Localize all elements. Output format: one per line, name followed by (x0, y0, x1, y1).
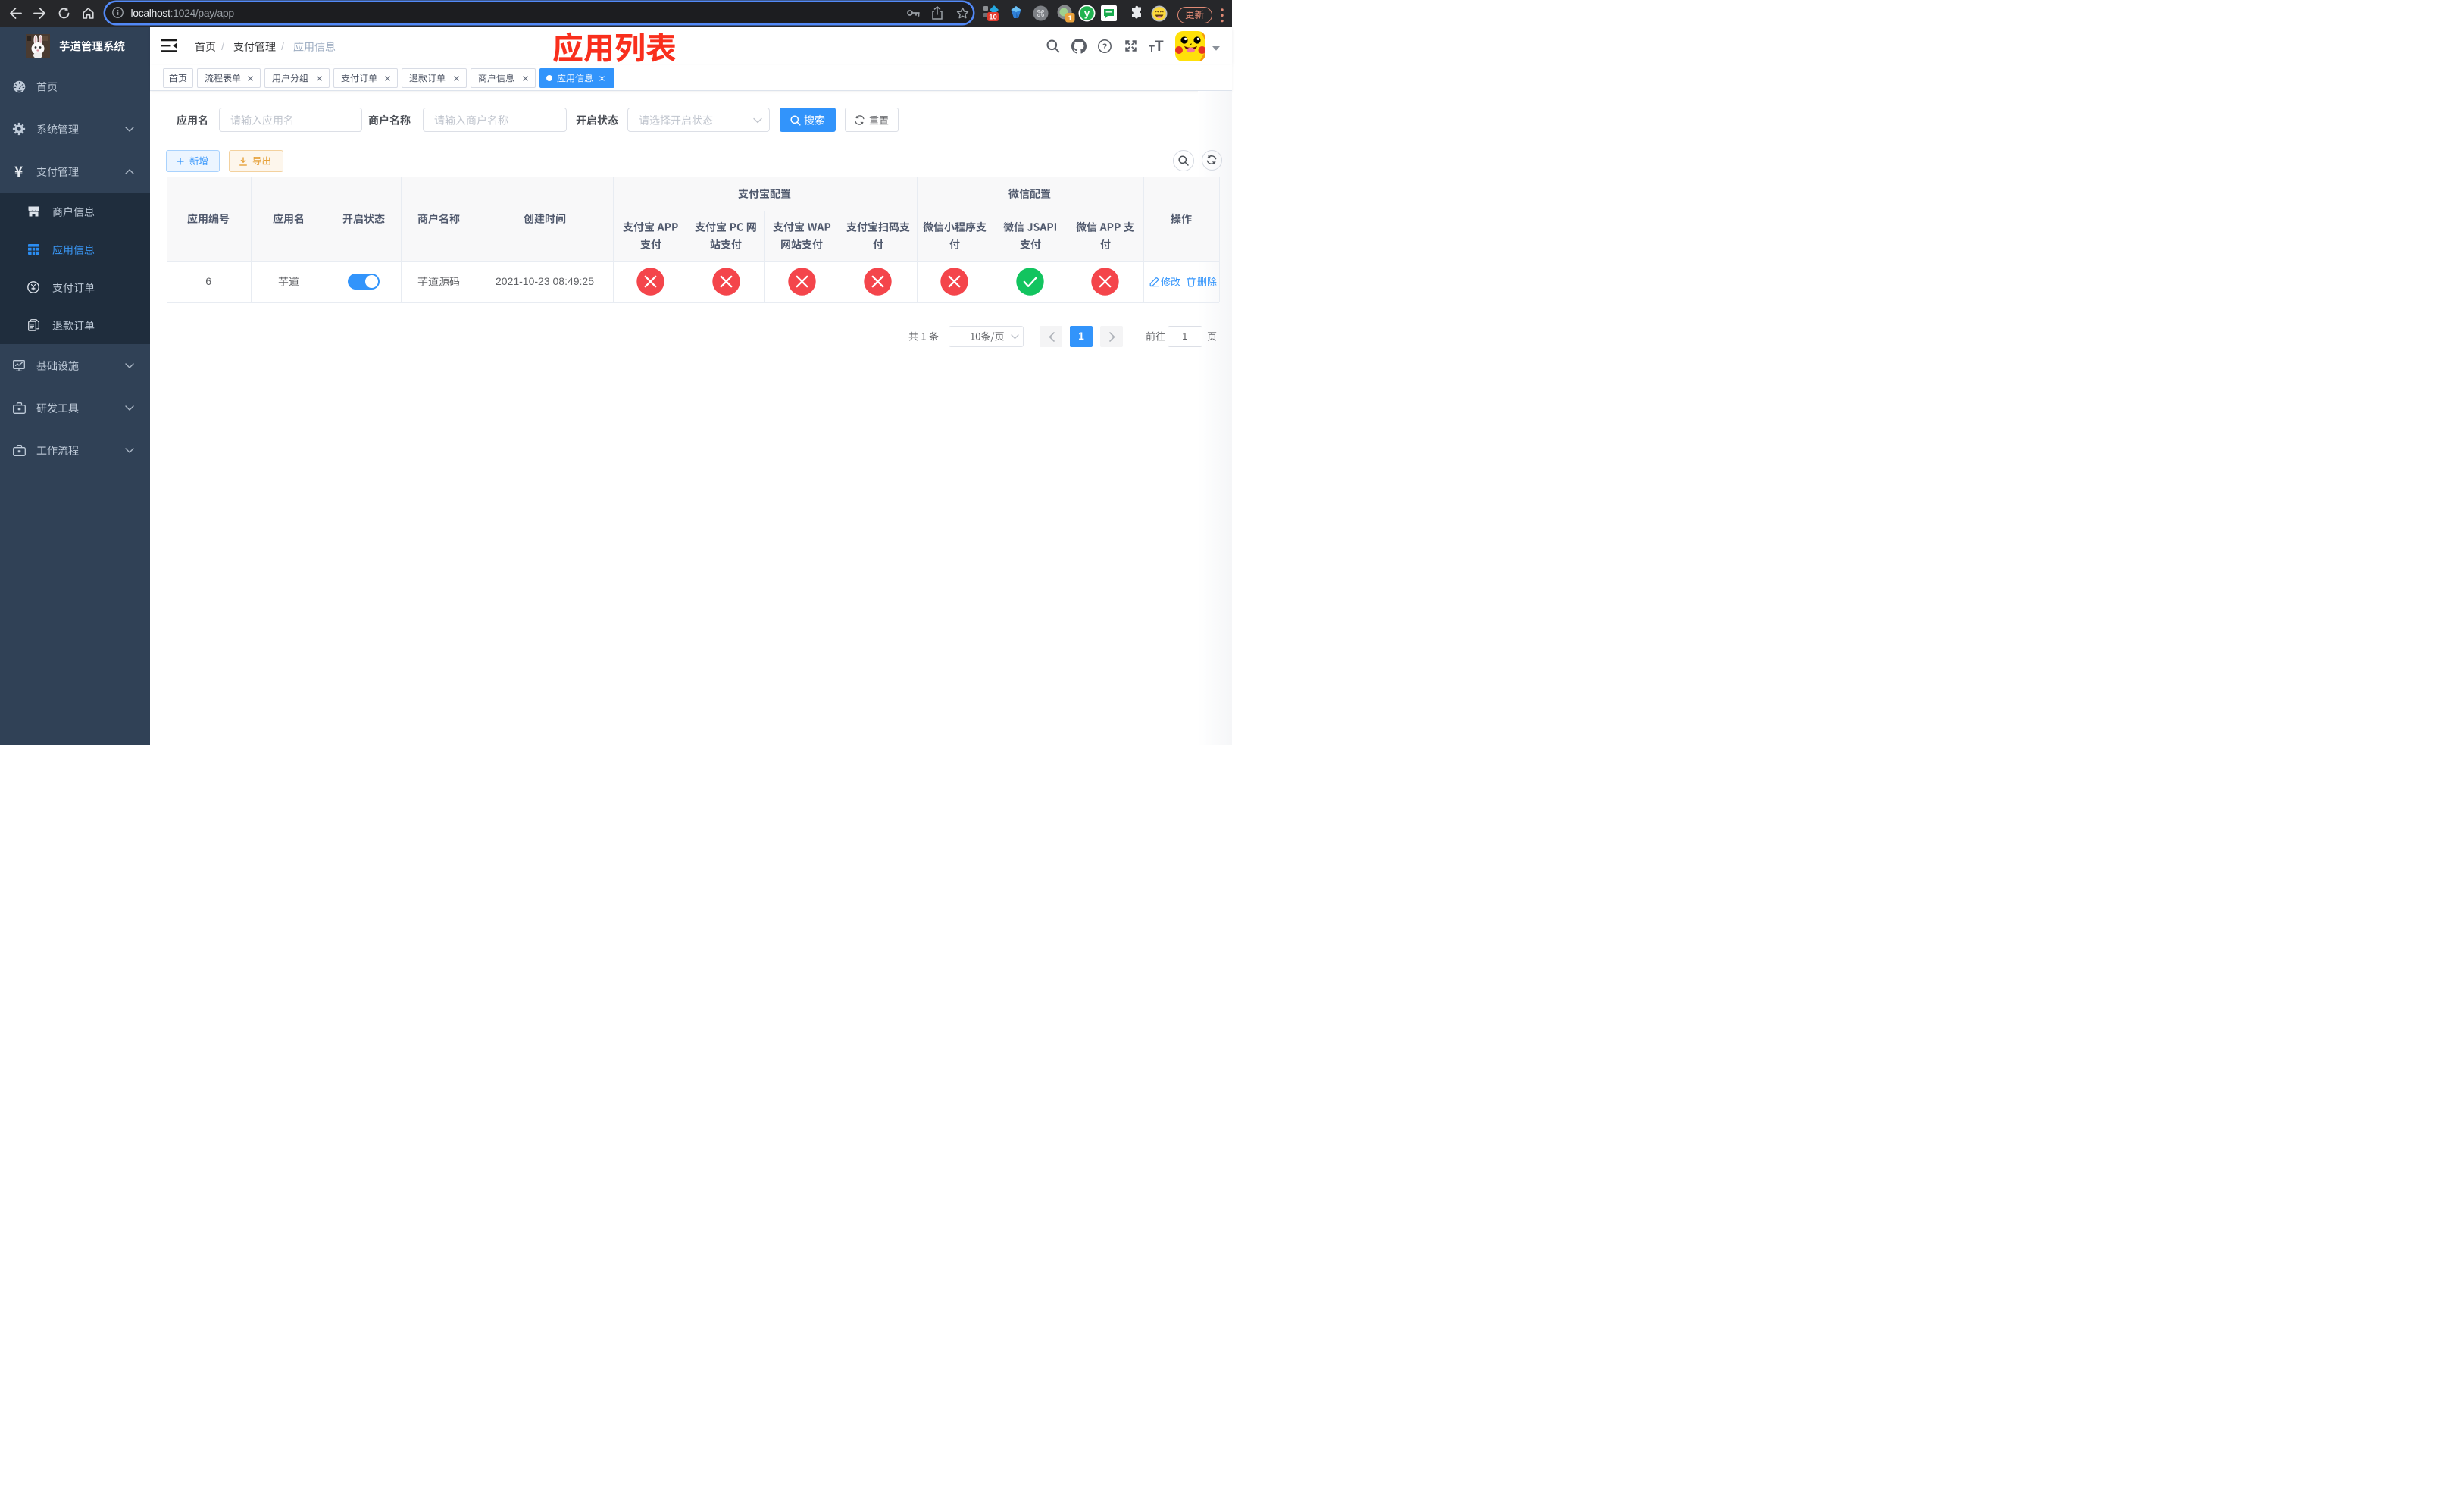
svg-text:⌘: ⌘ (1037, 8, 1046, 18)
svg-text:?: ? (1102, 42, 1108, 52)
svg-text:y: y (1084, 8, 1090, 19)
svg-text:1: 1 (1068, 14, 1073, 23)
svg-text:10: 10 (989, 13, 997, 21)
